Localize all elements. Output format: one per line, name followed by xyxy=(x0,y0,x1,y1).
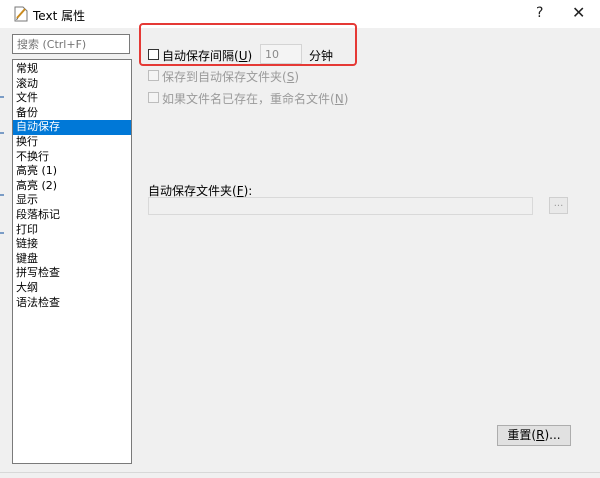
text-document-icon xyxy=(14,6,28,22)
bottom-divider xyxy=(0,472,600,473)
background-window-edge xyxy=(0,28,8,478)
autosave-interval-label: 自动保存间隔(U) xyxy=(162,49,253,63)
category-item-keyboard[interactable]: 键盘 xyxy=(13,252,131,267)
reset-button[interactable]: 重置(R)... xyxy=(497,425,571,446)
autosave-interval-checkbox[interactable] xyxy=(148,49,159,60)
help-button[interactable]: ? xyxy=(536,5,543,21)
category-item-autosave[interactable]: 自动保存 xyxy=(13,120,131,135)
category-list[interactable]: 常规 滚动 文件 备份 自动保存 换行 不换行 高亮 (1) 高亮 (2) 显示… xyxy=(12,59,132,464)
category-item-backup[interactable]: 备份 xyxy=(13,106,131,121)
autosave-folder-input[interactable] xyxy=(148,197,533,215)
category-item-outline[interactable]: 大纲 xyxy=(13,281,131,296)
category-item-spell-check[interactable]: 拼写检查 xyxy=(13,266,131,281)
save-to-folder-checkbox[interactable] xyxy=(148,70,159,81)
category-item-print[interactable]: 打印 xyxy=(13,223,131,238)
browse-folder-button[interactable]: ... xyxy=(549,197,568,214)
rename-if-exists-checkbox[interactable] xyxy=(148,92,159,103)
category-item-display[interactable]: 显示 xyxy=(13,193,131,208)
close-button[interactable]: ✕ xyxy=(572,3,585,22)
autosave-interval-input[interactable] xyxy=(260,44,302,64)
save-to-folder-label: 保存到自动保存文件夹(S) xyxy=(162,70,300,84)
window-title: Text 属性 xyxy=(33,9,86,23)
rename-if-exists-label: 如果文件名已存在，重命名文件(N) xyxy=(162,92,349,106)
category-item-wrap[interactable]: 换行 xyxy=(13,135,131,150)
search-input[interactable] xyxy=(12,34,130,54)
category-item-general[interactable]: 常规 xyxy=(13,62,131,77)
title-bar: Text 属性 ? ✕ xyxy=(0,0,600,28)
category-item-no-wrap[interactable]: 不换行 xyxy=(13,150,131,165)
category-item-grammar-check[interactable]: 语法检查 xyxy=(13,296,131,311)
category-item-paragraph-marks[interactable]: 段落标记 xyxy=(13,208,131,223)
minutes-label: 分钟 xyxy=(309,49,334,63)
category-item-file[interactable]: 文件 xyxy=(13,91,131,106)
category-item-scrolling[interactable]: 滚动 xyxy=(13,77,131,92)
category-item-highlight-2[interactable]: 高亮 (2) xyxy=(13,179,131,194)
category-item-links[interactable]: 链接 xyxy=(13,237,131,252)
category-item-highlight-1[interactable]: 高亮 (1) xyxy=(13,164,131,179)
